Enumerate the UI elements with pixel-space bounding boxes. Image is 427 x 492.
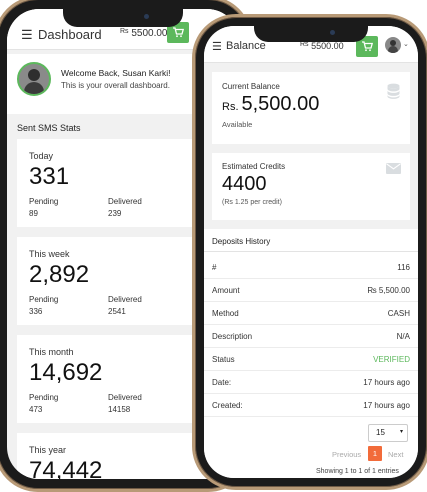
deposit-row-status: Status VERIFIED xyxy=(204,348,418,371)
avatar[interactable] xyxy=(385,37,401,53)
current-balance-amount: Rs. 5,500.00 xyxy=(222,93,319,116)
row-value: 17 hours ago xyxy=(363,378,410,387)
row-key: Status xyxy=(212,355,235,364)
stat-period: This year xyxy=(29,445,67,455)
row-key: Date: xyxy=(212,378,232,387)
estimated-credits-card: Estimated Credits 4400 (Rs 1.25 per cred… xyxy=(212,153,410,220)
stat-period: This month xyxy=(29,347,74,357)
stat-total: 331 xyxy=(29,163,70,190)
stat-period: Today xyxy=(29,151,54,161)
deposit-row-date: Date: 17 hours ago xyxy=(204,371,418,394)
delivered-value: 2541 xyxy=(108,307,126,316)
delivered-label: Delivered xyxy=(108,295,142,304)
showing-entries-text: Showing 1 to 1 of 1 entries xyxy=(316,468,399,475)
menu-icon[interactable]: ☰ xyxy=(21,27,33,43)
deposits-title: Deposits History xyxy=(212,237,271,246)
delivered-label: Delivered xyxy=(108,393,142,402)
chevron-down-icon: ▾ xyxy=(399,429,403,435)
row-value: CASH xyxy=(387,309,410,318)
welcome-subtext: This is your overall dashboard. xyxy=(61,81,170,90)
balance-amount: 5500.00 xyxy=(131,28,168,39)
previous-page-link[interactable]: Previous xyxy=(332,450,361,459)
current-balance-label: Current Balance xyxy=(222,82,280,91)
stat-total: 74,442 xyxy=(29,457,103,479)
next-page-link[interactable]: Next xyxy=(388,450,403,459)
notch xyxy=(254,26,368,42)
row-key: Description xyxy=(212,332,253,341)
row-value: 116 xyxy=(397,263,410,272)
pending-value: 89 xyxy=(29,209,38,218)
pending-label: Pending xyxy=(29,295,59,304)
deposit-row-method: Method CASH xyxy=(204,302,418,325)
deposit-row-created: Created: 17 hours ago xyxy=(204,394,418,417)
row-key: Amount xyxy=(212,286,240,295)
delivered-label: Delivered xyxy=(108,197,142,206)
credits-note: (Rs 1.25 per credit) xyxy=(222,199,282,206)
envelope-icon xyxy=(386,163,401,174)
delivered-value: 239 xyxy=(108,209,122,218)
front-camera xyxy=(144,14,149,19)
current-balance-card: Current Balance Rs. 5,500.00 Available xyxy=(212,72,410,144)
page-title: Dashboard xyxy=(38,27,102,42)
row-key: Created: xyxy=(212,401,243,410)
cart-icon xyxy=(362,41,374,52)
pending-label: Pending xyxy=(29,393,59,402)
balance-display: Rs 5500.00 xyxy=(300,41,344,51)
status-badge: VERIFIED xyxy=(373,355,410,364)
cart-icon xyxy=(173,27,185,38)
stat-total: 14,692 xyxy=(29,359,103,386)
stat-period: This week xyxy=(29,249,70,259)
row-value: 17 hours ago xyxy=(363,401,410,410)
delivered-value: 14158 xyxy=(108,405,131,414)
page-size-value: 15 xyxy=(376,428,385,437)
balance-display: Rs 5500.00 xyxy=(120,28,168,39)
pending-label: Pending xyxy=(29,197,59,206)
credits-label: Estimated Credits xyxy=(222,162,286,171)
row-key: Method xyxy=(212,309,239,318)
balance-screen: ☰ Balance Rs 5500.00 ⌄ Current Balance R… xyxy=(204,26,418,478)
stat-total: 2,892 xyxy=(29,261,90,288)
menu-icon[interactable]: ☰ xyxy=(212,40,222,53)
row-value: ₨ 5,500.00 xyxy=(367,286,410,295)
database-icon xyxy=(387,83,400,99)
page-title: Balance xyxy=(226,40,266,52)
balance-number: 5,500.00 xyxy=(241,93,320,115)
notch xyxy=(63,9,183,27)
credits-value: 4400 xyxy=(222,173,267,195)
balance-amount: 5500.00 xyxy=(311,41,344,51)
phone-frame-balance: ☰ Balance Rs 5500.00 ⌄ Current Balance R… xyxy=(192,14,427,490)
chevron-down-icon[interactable]: ⌄ xyxy=(403,40,409,48)
deposit-row-id: # 116 xyxy=(204,256,418,279)
avatar xyxy=(17,62,51,96)
currency-symbol: Rs xyxy=(120,28,129,35)
currency-symbol: Rs xyxy=(300,41,309,48)
pending-value: 336 xyxy=(29,307,43,316)
currency-prefix: Rs. xyxy=(222,101,239,113)
section-title: Sent SMS Stats xyxy=(17,123,81,133)
page-size-select[interactable]: 15 ▾ xyxy=(368,424,408,442)
deposit-row-amount: Amount ₨ 5,500.00 xyxy=(204,279,418,302)
pending-value: 473 xyxy=(29,405,43,414)
page-1-button[interactable]: 1 xyxy=(368,446,382,461)
welcome-text: Welcome Back, Susan Karki! xyxy=(61,68,171,78)
front-camera xyxy=(330,30,335,35)
row-value: N/A xyxy=(396,332,410,341)
deposit-row-description: Description N/A xyxy=(204,325,418,348)
deposits-history-panel: Deposits History # 116 Amount ₨ 5,500.00… xyxy=(204,229,418,478)
available-label: Available xyxy=(222,120,253,129)
row-key: # xyxy=(212,263,217,272)
